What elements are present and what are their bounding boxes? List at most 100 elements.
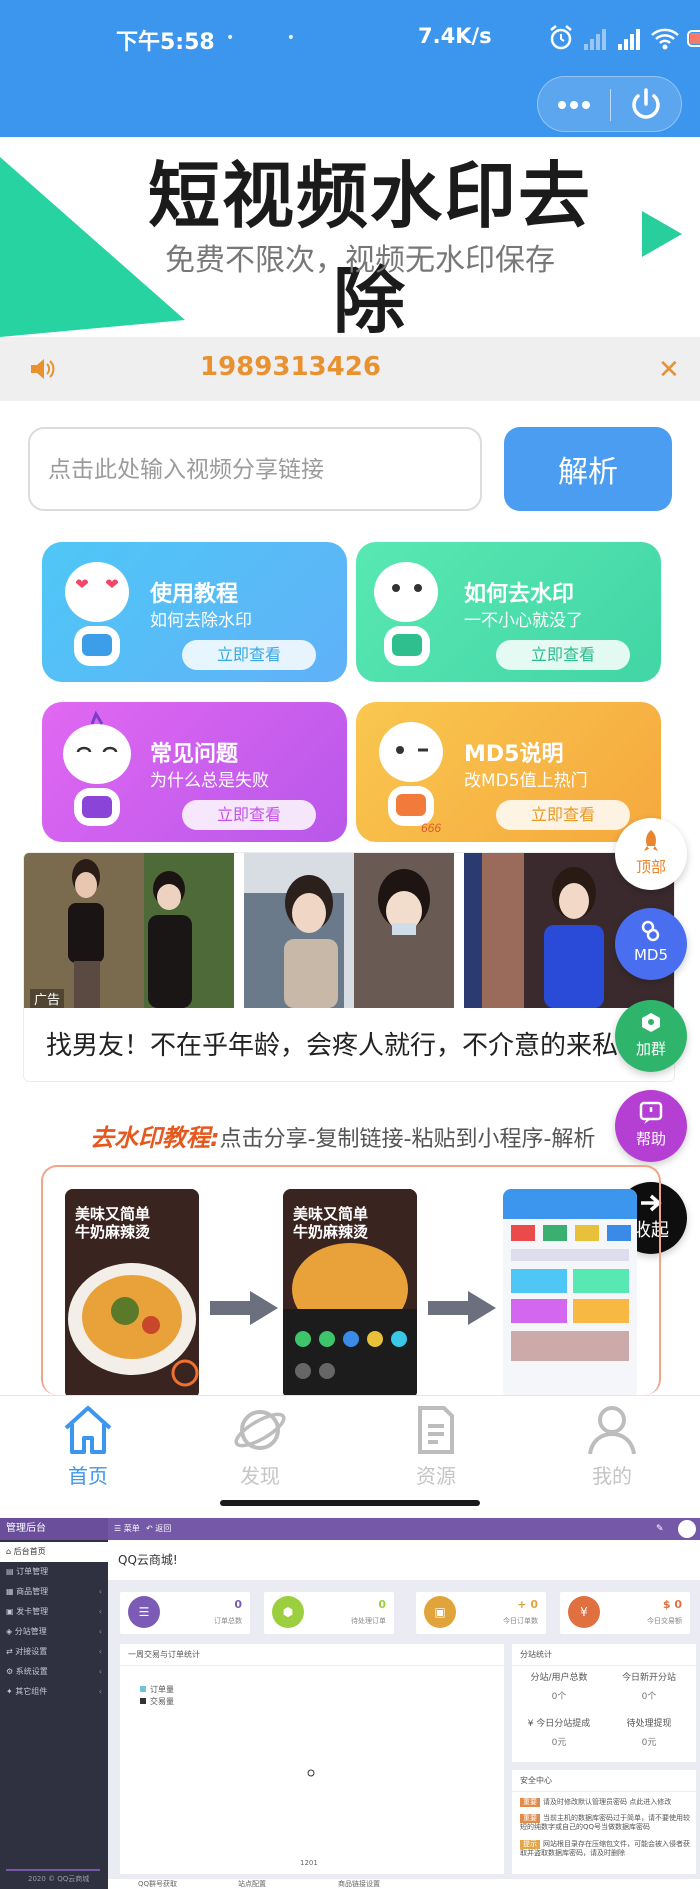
wrench-icon[interactable]: ✎	[656, 1524, 664, 1534]
legend-orders: 订单量	[140, 1684, 174, 1695]
float-md5-button[interactable]: MD5	[615, 908, 687, 980]
site-stat-label: ¥ 今日分站提成	[527, 1719, 591, 1729]
security-tag: 重要	[520, 1798, 540, 1807]
site-stat-total: 分站/用户总数 0个	[514, 1670, 604, 1718]
admin-main: QQ云商城! ☰ 0 订单总数 ⬢ 0 待处理订单 ▣ + 0 今日订单数 ¥ …	[108, 1540, 700, 1889]
tutorial-steps: 点击分享-复制链接-粘贴到小程序-解析	[219, 1127, 596, 1152]
more-icon[interactable]	[554, 90, 594, 120]
stat-value: + 0	[517, 1598, 538, 1611]
tab-home[interactable]: 首页	[28, 1402, 148, 1489]
float-help-label: 帮助	[635, 1130, 666, 1148]
tab-mine[interactable]: 我的	[552, 1402, 672, 1489]
ad-photo-1	[24, 853, 234, 1008]
tab-resources[interactable]: 资源	[376, 1402, 496, 1489]
float-help-button[interactable]: 帮助	[615, 1090, 687, 1162]
card-faq[interactable]: 常见问题 为什么总是失败 立即查看	[42, 702, 347, 842]
tutorial-shot-1: 美味又简单 牛奶麻辣烫	[65, 1189, 199, 1395]
view-now-button[interactable]: 立即查看	[496, 640, 630, 670]
float-group-label: 加群	[635, 1040, 666, 1058]
security-row[interactable]: 重要 请及时修改默认管理员密码 点此进入修改	[520, 1798, 690, 1807]
speaker-icon	[31, 359, 55, 379]
sidebar-item-components[interactable]: ✦ 其它组件 ‹	[0, 1682, 108, 1702]
site-stat-value: 0元	[641, 1738, 657, 1748]
security-text: 请及时修改默认管理员密码 点此进入修改	[543, 1798, 672, 1806]
miniprogram-capsule	[537, 76, 682, 132]
rocket-icon	[644, 830, 658, 851]
help-icon	[639, 1101, 663, 1124]
ad-tag: 广告	[30, 989, 65, 1008]
sidebar-item-cards[interactable]: ▣ 发卡管理 ‹	[0, 1602, 108, 1622]
planet-icon	[234, 1410, 286, 1450]
step-arrow-icon	[428, 1291, 496, 1325]
power-icon[interactable]	[626, 87, 666, 123]
card-subtitle: 改MD5值上热门	[464, 771, 588, 791]
network-speed: 7.4K/s	[418, 24, 492, 48]
alarm-icon	[550, 25, 572, 50]
tab-mine-label: 我的	[592, 1464, 632, 1488]
ad-banner[interactable]: 广告 找男友！不在乎年龄，会疼人就行，不介意的来私聊	[23, 852, 675, 1082]
bottom-link[interactable]: QQ群号获取	[138, 1879, 177, 1889]
notification-dots: • •	[226, 30, 319, 46]
view-now-button[interactable]: 立即查看	[182, 640, 316, 670]
tab-resources-label: 资源	[416, 1464, 456, 1488]
site-stat-new: 今日新开分站 0个	[604, 1670, 694, 1718]
capsule-divider	[610, 89, 611, 121]
bottom-link[interactable]: 商品链接设置	[338, 1879, 380, 1889]
view-now-button[interactable]: 立即查看	[496, 800, 630, 830]
sidebar-item-home[interactable]: ⌂ 后台首页	[0, 1542, 108, 1562]
menu-toggle[interactable]: ☰ 菜单	[114, 1518, 140, 1540]
sidebar-item-label: 订单管理	[16, 1567, 49, 1576]
site-stat-value: 0个	[641, 1692, 657, 1702]
sidebar-item-orders[interactable]: ▤ 订单管理	[0, 1562, 108, 1582]
stat-card-pending: ⬢ 0 待处理订单	[264, 1592, 394, 1634]
sidebar-item-label: 商品管理	[16, 1587, 49, 1596]
stat-value: 0	[378, 1598, 386, 1611]
avatar[interactable]	[678, 1520, 696, 1538]
stat-card-today-orders: ▣ + 0 今日订单数	[416, 1592, 546, 1634]
stat-label: 今日交易额	[647, 1617, 682, 1625]
card-title: 如何去水印	[464, 582, 575, 607]
video-link-input[interactable]	[28, 427, 482, 511]
card-title: 常见问题	[150, 742, 239, 767]
signal-weak-icon	[584, 29, 606, 50]
card-tutorial[interactable]: 使用教程 如何去除水印 立即查看	[42, 542, 347, 682]
sidebar-item-system[interactable]: ⚙ 系统设置 ‹	[0, 1662, 108, 1682]
cube-icon: ⬢	[272, 1596, 304, 1628]
float-group-button[interactable]: 加群	[615, 1000, 687, 1072]
tab-home-label: 首页	[68, 1464, 108, 1488]
user-icon	[588, 1406, 636, 1455]
float-top-button[interactable]: 顶部	[615, 818, 687, 890]
site-stats-panel: 分站统计 分站/用户总数 0个 今日新开分站 0个 ¥ 今日分站提成 0元 待处理提现…	[512, 1644, 696, 1762]
bottom-link[interactable]: 站点配置	[238, 1879, 266, 1889]
chart-point	[307, 1769, 315, 1777]
admin-dashboard: 管理后台 ☰ 菜单 ↶ 返回 ✎ ⌂ 后台首页 ▤ 订单管理 ▦ 商品管理 ‹ ▣…	[0, 1518, 700, 1889]
admin-brand[interactable]: 管理后台	[0, 1518, 108, 1540]
back-button[interactable]: ↶ 返回	[146, 1518, 171, 1540]
security-text: 当前主机的数据库密码过于简单，请不要使用较短的纯数字或自己的QQ号当做数据库密码	[520, 1814, 690, 1831]
card-remove-watermark[interactable]: 如何去水印 一不小心就没了 立即查看	[356, 542, 661, 682]
security-row: 重要 当前主机的数据库密码过于简单，请不要使用较短的纯数字或自己的QQ号当做数据库…	[520, 1814, 690, 1832]
stat-label: 今日订单数	[503, 1617, 538, 1625]
wifi-icon	[651, 28, 679, 50]
sidebar-item-substations[interactable]: ◈ 分站管理 ‹	[0, 1622, 108, 1642]
float-top-label: 顶部	[635, 858, 666, 876]
close-icon[interactable]: ✕	[658, 355, 680, 385]
bottom-links: QQ群号获取 站点配置 商品链接设置	[108, 1879, 700, 1889]
sidebar-item-label: 分站管理	[14, 1627, 47, 1636]
legend-label: 订单量	[150, 1685, 174, 1694]
page-title: QQ云商城!	[108, 1540, 700, 1580]
parse-button[interactable]: 解析	[504, 427, 672, 511]
document-icon	[418, 1406, 454, 1454]
sidebar-item-label: 其它组件	[15, 1687, 48, 1696]
shot-caption: 美味又简单 牛奶麻辣烫	[293, 1205, 369, 1241]
tab-discover[interactable]: 发现	[200, 1402, 320, 1489]
stat-card-orders: ☰ 0 订单总数	[120, 1592, 250, 1634]
view-now-button[interactable]: 立即查看	[182, 800, 316, 830]
sidebar-item-docking[interactable]: ⇄ 对接设置 ‹	[0, 1642, 108, 1662]
card-md5[interactable]: 666 MD5说明 改MD5值上热门 立即查看	[356, 702, 661, 842]
admin-sidebar: ⌂ 后台首页 ▤ 订单管理 ▦ 商品管理 ‹ ▣ 发卡管理 ‹ ◈ 分站管理 ‹ ⇄ …	[0, 1540, 108, 1889]
promo-banner[interactable]: 短视频水印去除 免费不限次，视频无水印保存	[0, 137, 700, 337]
sidebar-item-label: 后台首页	[13, 1547, 46, 1556]
sidebar-item-products[interactable]: ▦ 商品管理 ‹	[0, 1582, 108, 1602]
stat-value: $ 0	[662, 1598, 682, 1611]
